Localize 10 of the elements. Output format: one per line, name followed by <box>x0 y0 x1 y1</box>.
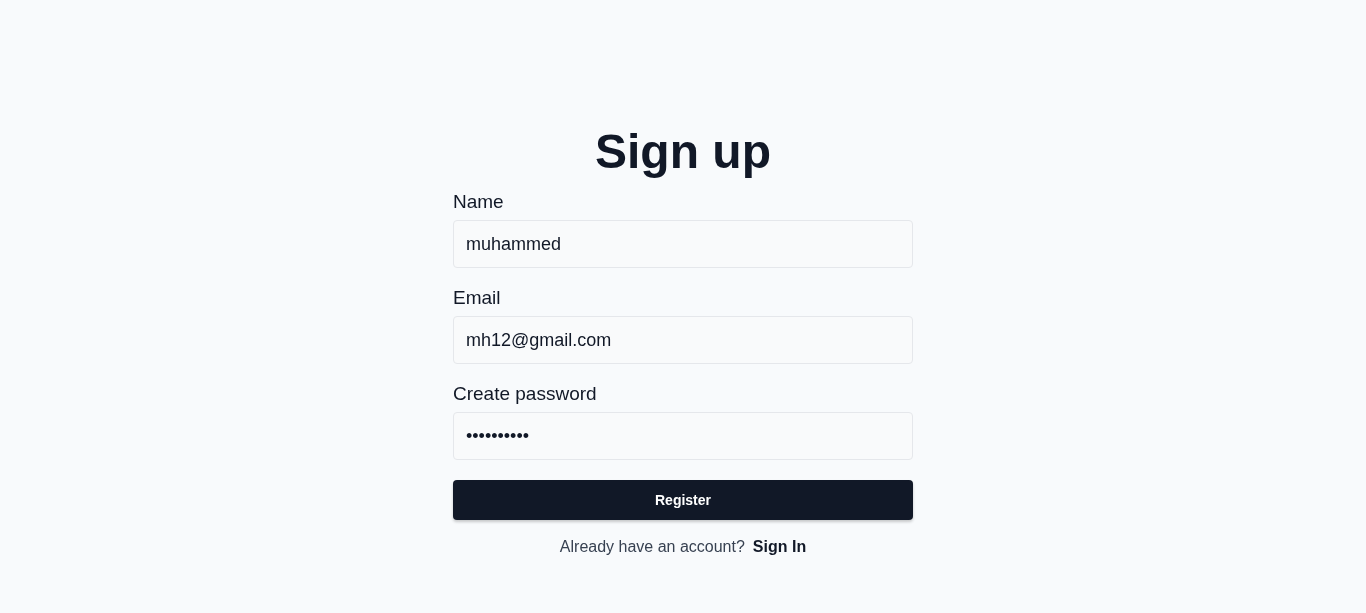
field-label: Email <box>453 286 501 310</box>
input-field[interactable]: mh12@gmail.com <box>453 316 913 364</box>
field-label: Create password <box>453 382 597 406</box>
sign-in-link[interactable]: Sign In <box>752 538 807 556</box>
input-field[interactable]: muhammed <box>453 220 913 268</box>
footer-text: Already have an account? <box>559 538 745 556</box>
input-field[interactable]: •••••••••• <box>453 412 913 460</box>
page-title: Sign up <box>594 124 772 180</box>
field-label: Name <box>453 190 504 214</box>
register-button[interactable]: Register <box>453 480 913 520</box>
